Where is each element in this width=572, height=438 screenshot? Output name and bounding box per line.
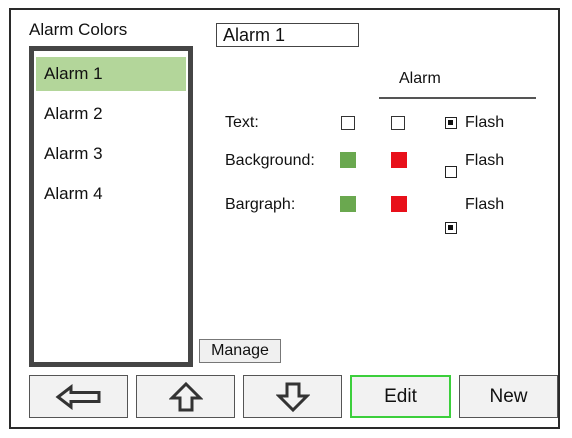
text-flash-label: Flash <box>465 114 505 131</box>
edit-button[interactable]: Edit <box>350 375 451 418</box>
background-alarm-color-swatch[interactable] <box>391 152 407 168</box>
bargraph-flash-label: Flash <box>465 196 505 213</box>
text-normal-color-box[interactable] <box>341 116 355 130</box>
previous-button[interactable] <box>29 375 128 418</box>
bargraph-row-label: Bargraph: <box>225 196 296 213</box>
alarm-list: Alarm 1 Alarm 2 Alarm 3 Alarm 4 <box>29 46 193 367</box>
list-item-alarm-1[interactable]: Alarm 1 <box>36 57 186 91</box>
arrow-left-icon <box>55 383 100 410</box>
arrow-down-icon <box>275 382 310 412</box>
arrow-up-icon <box>168 381 203 411</box>
move-up-button[interactable] <box>136 375 235 418</box>
background-normal-color-swatch[interactable] <box>340 152 356 168</box>
manage-button[interactable]: Manage <box>199 339 281 363</box>
alarm-name-field[interactable]: Alarm 1 <box>216 23 359 47</box>
section-title: Alarm Colors <box>29 20 128 39</box>
text-flash-checkbox[interactable] <box>445 117 457 129</box>
text-row-label: Text: <box>225 114 259 131</box>
background-row-label: Background: <box>225 152 315 169</box>
alarm-header-divider <box>379 97 536 99</box>
alarm-column-header: Alarm <box>399 70 441 87</box>
bargraph-alarm-color-swatch[interactable] <box>391 196 407 212</box>
background-flash-label: Flash <box>465 152 505 169</box>
move-down-button[interactable] <box>243 375 342 418</box>
bargraph-flash-checkbox[interactable] <box>445 222 457 234</box>
list-item-alarm-3[interactable]: Alarm 3 <box>36 137 186 171</box>
bargraph-normal-color-swatch[interactable] <box>340 196 356 212</box>
text-alarm-color-box[interactable] <box>391 116 405 130</box>
list-item-alarm-4[interactable]: Alarm 4 <box>36 177 186 211</box>
background-flash-checkbox[interactable] <box>445 166 457 178</box>
list-item-alarm-2[interactable]: Alarm 2 <box>36 97 186 131</box>
new-button[interactable]: New <box>459 375 558 418</box>
